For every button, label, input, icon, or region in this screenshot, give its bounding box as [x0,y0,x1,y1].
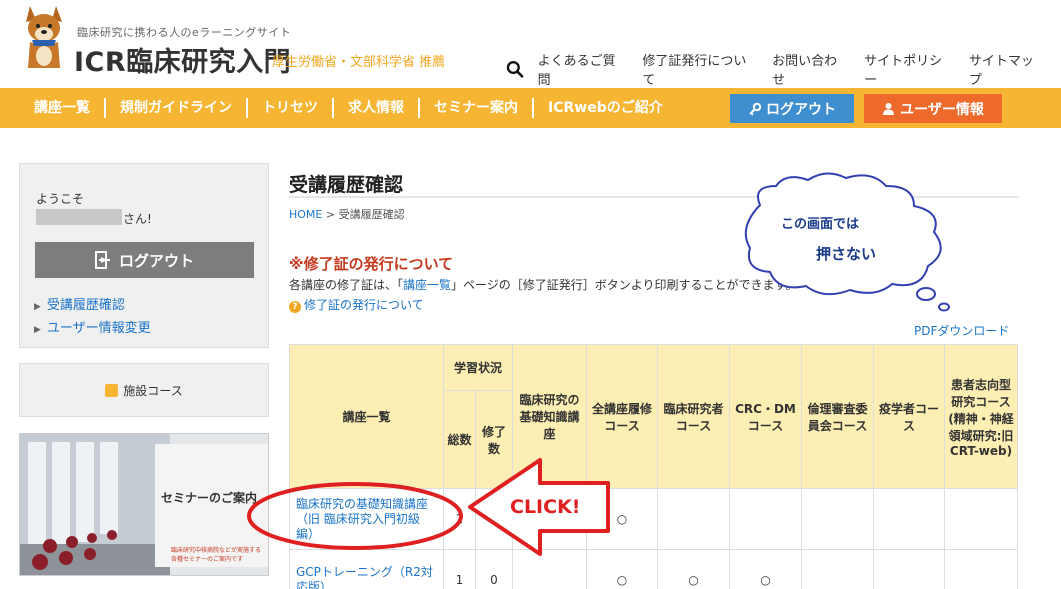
redacted-username [36,209,122,225]
logout-icon [94,251,110,269]
certificate-notice-text: 各講座の修了証は、「講座一覧」ページの［修了証発行］ボタンより印刷することができ… [289,278,798,292]
course-history-table: 講座一覧 学習状況 臨床研究の基礎知識講座 全講座履修コース 臨床研究者コース … [289,344,1018,589]
key-icon [749,102,762,116]
mark-cell [873,549,945,589]
contact-link[interactable]: お問い合わせ [772,50,848,88]
facility-course-button[interactable]: 施設コース [19,363,269,417]
col-status-header: 学習状況 [443,344,513,391]
total-count-cell: 1 [443,549,476,589]
search-icon[interactable] [506,60,524,78]
course-name-link[interactable]: 臨床研究の基礎知識講座（旧 臨床研究入門初級編） [289,488,444,550]
table-row: GCPトレーニング（R2対応版） 1 0 ○ ○ ○ [289,549,1018,589]
nav-user-info-label: ユーザー情報 [900,101,984,118]
done-count-cell [475,488,513,550]
nav-about-icrweb[interactable]: ICRwebのご紹介 [534,98,677,118]
triangle-right-icon: ▶ [34,302,41,312]
pdf-download-link[interactable]: PDFダウンロード [914,322,1009,339]
table-row: 臨床研究の基礎知識講座（旧 臨床研究入門初級編） 1 ○ [289,488,1018,550]
triangle-right-icon: ▶ [34,325,41,335]
breadcrumb: HOME > 受講履歴確認 [289,206,405,222]
click-label: CLICK! [510,496,581,518]
mark-cell [657,488,730,550]
certificate-help-link[interactable]: ? 修了証の発行について [289,296,424,313]
done-count-cell: 0 [475,549,513,589]
nav-course-list[interactable]: 講座一覧 [20,98,106,118]
nav-logout-button[interactable]: ログアウト [730,94,854,123]
site-policy-link[interactable]: サイトポリシー [864,50,953,88]
col-done-header: 修了数 [475,390,513,489]
sidebar-user-panel: ようこそ さん! ログアウト ▶ 受講履歴確認 ▶ ユーザー情報変更 [19,163,269,348]
seminar-banner[interactable]: セミナーのご案内 臨床研究中核病院などが実施する各種セミナーのご案内です [19,433,269,576]
mark-cell: ○ [729,549,802,589]
col-basic-header: 臨床研究の基礎知識講座 [512,344,587,489]
nav-logout-label: ログアウト [766,101,836,118]
sidebar-link-user-edit[interactable]: ▶ ユーザー情報変更 [34,317,151,336]
question-icon: ? [289,301,301,313]
user-icon [883,103,895,115]
sidebar-logout-label: ログアウト [118,251,194,270]
col-total-header: 総数 [443,390,476,489]
sidebar-logout-button[interactable]: ログアウト [35,242,254,278]
col-patient-oriented-header: 患者志向型研究コース(精神・神経領域研究:旧CRT-web) [944,344,1018,489]
breadcrumb-separator: > [322,208,339,221]
col-researcher-header: 臨床研究者コース [657,344,730,489]
table-header-row-1: 講座一覧 学習状況 臨床研究の基礎知識講座 全講座履修コース 臨床研究者コース … [289,344,1018,489]
bubble-text-line1: この画面では [781,217,860,232]
seminar-banner-subtext: 臨床研究中核病院などが実施する各種セミナーのご案内です [171,547,262,563]
seminar-banner-title: セミナーのご案内 [161,491,258,505]
main-nav-bar: 講座一覧 規制ガイドライン トリセツ 求人情報 セミナー案内 ICRwebのご紹… [0,88,1061,128]
nav-guidelines[interactable]: 規制ガイドライン [106,98,248,118]
breadcrumb-current: 受講履歴確認 [338,208,405,221]
building-icon [105,383,119,397]
col-crc-dm-header: CRC・DMコース [729,344,802,489]
mark-cell [944,488,1018,550]
breadcrumb-home-link[interactable]: HOME [289,208,322,221]
endorsement-text: 厚生労働省・文部科学省 推薦 [272,55,446,70]
mark-cell: ○ [586,549,658,589]
title-divider [289,196,1019,198]
col-ethics-header: 倫理審査委員会コース [801,344,874,489]
sidebar-link-history[interactable]: ▶ 受講履歴確認 [34,294,151,313]
mark-cell [801,488,874,550]
mark-cell: ○ [657,549,730,589]
course-name-link[interactable]: GCPトレーニング（R2対応版） [289,549,444,589]
mark-cell: ○ [586,488,658,550]
total-count-cell: 1 [443,488,476,550]
mark-cell [873,488,945,550]
bubble-text-line2: 押さない [816,245,877,263]
nav-seminar[interactable]: セミナー案内 [420,98,534,118]
dog-mascot-logo-icon[interactable] [16,2,72,72]
certificate-info-link[interactable]: 修了証発行について [642,50,756,88]
col-epidemiology-header: 疫学者コース [873,344,945,489]
honorific-text: さん! [123,212,152,226]
mark-cell [512,549,587,589]
faq-link[interactable]: よくあるご質問 [538,50,627,88]
site-tagline: 臨床研究に携わる人のeラーニングサイト [77,26,292,39]
site-header: 臨床研究に携わる人のeラーニングサイト ICR臨床研究入門 厚生労働省・文部科学… [0,0,1061,88]
col-all-courses-header: 全講座履修コース [586,344,658,489]
certificate-notice-title: ※修了証の発行について [289,255,454,273]
mark-cell [801,549,874,589]
nav-manual[interactable]: トリセツ [248,98,334,118]
top-utility-links: よくあるご質問 修了証発行について お問い合わせ サイトポリシー サイトマップ [506,50,1061,88]
mark-cell [729,488,802,550]
sitemap-link[interactable]: サイトマップ [969,50,1045,88]
page-title: 受講履歴確認 [289,174,404,196]
nav-user-info-button[interactable]: ユーザー情報 [864,94,1002,123]
course-list-inline-link[interactable]: 講座一覧 [403,278,451,292]
col-course-header: 講座一覧 [289,344,444,489]
site-logo-text[interactable]: ICR臨床研究入門 [74,40,291,79]
facility-course-label: 施設コース [123,383,183,398]
mark-cell [944,549,1018,589]
nav-jobs[interactable]: 求人情報 [334,98,420,118]
welcome-text: ようこそ [36,192,85,206]
